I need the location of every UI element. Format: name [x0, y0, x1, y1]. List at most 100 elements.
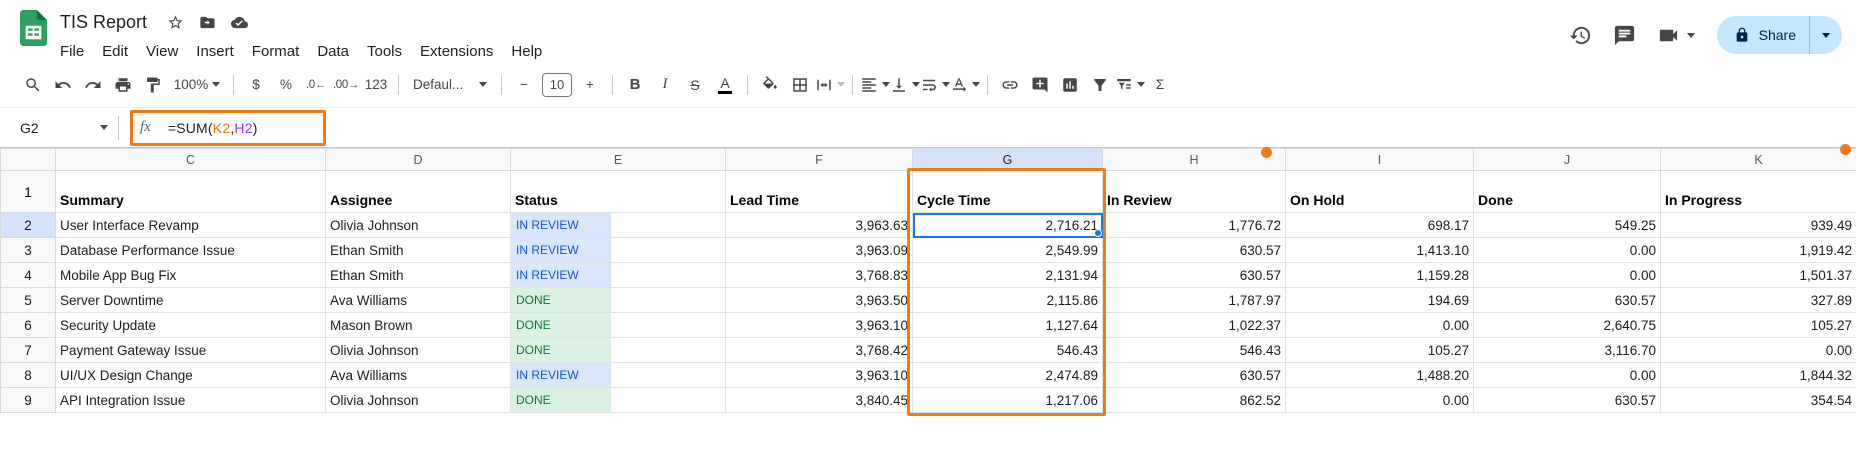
cell-summary[interactable]: Security Update — [56, 313, 326, 338]
cell-summary[interactable]: Payment Gateway Issue — [56, 338, 326, 363]
cell-status[interactable]: DONE — [511, 313, 726, 338]
cell-on-hold[interactable]: 0.00 — [1286, 388, 1474, 413]
row-number[interactable]: 4 — [1, 263, 56, 288]
header-done[interactable]: Done — [1474, 171, 1661, 213]
filter-views-dropdown[interactable] — [1115, 71, 1145, 99]
cell-in-progress[interactable]: 1,501.37 — [1661, 263, 1856, 288]
cell-cycle-time[interactable]: 2,474.89 — [913, 363, 1103, 388]
cell-cycle-time[interactable]: 546.43 — [913, 338, 1103, 363]
header-cycle-time[interactable]: Cycle Time — [913, 171, 1103, 213]
menu-help[interactable]: Help — [502, 40, 551, 63]
text-wrap-dropdown[interactable] — [920, 71, 950, 99]
print-button[interactable] — [108, 71, 138, 99]
cell-lead-time[interactable]: 3,963.63 — [726, 213, 913, 238]
cell-assignee[interactable]: Ethan Smith — [326, 263, 511, 288]
sheets-logo-icon[interactable] — [20, 10, 47, 46]
cell-summary[interactable]: Database Performance Issue — [56, 238, 326, 263]
vertical-align-dropdown[interactable] — [890, 71, 920, 99]
cloud-save-status-icon[interactable] — [225, 8, 253, 36]
font-size-input[interactable]: 10 — [542, 73, 572, 97]
cell-in-progress[interactable]: 1,919.42 — [1661, 238, 1856, 263]
search-menus-button[interactable] — [18, 71, 48, 99]
cell-in-review[interactable]: 1,787.97 — [1103, 288, 1286, 313]
column-header-c[interactable]: C — [56, 149, 326, 171]
header-status[interactable]: Status — [511, 171, 726, 213]
cell-on-hold[interactable]: 1,488.20 — [1286, 363, 1474, 388]
create-filter-button[interactable] — [1085, 71, 1115, 99]
cell-status[interactable]: DONE — [511, 288, 726, 313]
cell-in-review[interactable]: 862.52 — [1103, 388, 1286, 413]
formula-input[interactable]: =SUM(K2,H2) — [168, 120, 258, 136]
share-button[interactable]: Share — [1717, 16, 1809, 54]
cell-cycle-time[interactable]: 1,217.06 — [913, 388, 1103, 413]
menu-tools[interactable]: Tools — [358, 40, 411, 63]
row-number[interactable]: 5 — [1, 288, 56, 313]
select-all-corner[interactable] — [1, 149, 56, 171]
cell-summary[interactable]: UI/UX Design Change — [56, 363, 326, 388]
row-number[interactable]: 7 — [1, 338, 56, 363]
cell-in-progress[interactable]: 327.89 — [1661, 288, 1856, 313]
header-lead-time[interactable]: Lead Time — [726, 171, 913, 213]
cell-in-review[interactable]: 630.57 — [1103, 363, 1286, 388]
cell-in-progress[interactable]: 939.49 — [1661, 213, 1856, 238]
column-header-h[interactable]: H — [1103, 149, 1286, 171]
cell-lead-time[interactable]: 3,963.10 — [726, 313, 913, 338]
strikethrough-button[interactable]: S — [680, 71, 710, 99]
menu-view[interactable]: View — [137, 40, 187, 63]
header-summary[interactable]: Summary — [56, 171, 326, 213]
functions-button[interactable]: Σ — [1145, 71, 1175, 99]
cell-done[interactable]: 630.57 — [1474, 288, 1661, 313]
row-number[interactable]: 2 — [1, 213, 56, 238]
row-number[interactable]: 3 — [1, 238, 56, 263]
column-header-g-selected[interactable]: G — [913, 149, 1103, 171]
format-currency-button[interactable]: $ — [241, 71, 271, 99]
header-in-review[interactable]: In Review — [1103, 171, 1286, 213]
menu-file[interactable]: File — [51, 40, 93, 63]
format-percent-button[interactable]: % — [271, 71, 301, 99]
cell-summary[interactable]: Server Downtime — [56, 288, 326, 313]
merge-cells-button[interactable] — [815, 71, 845, 99]
cell-assignee[interactable]: Olivia Johnson — [326, 388, 511, 413]
cell-done[interactable]: 630.57 — [1474, 388, 1661, 413]
cell-lead-time[interactable]: 3,963.09 — [726, 238, 913, 263]
cell-assignee[interactable]: Mason Brown — [326, 313, 511, 338]
cell-status[interactable]: DONE — [511, 338, 726, 363]
decrease-decimal-button[interactable]: .0← — [301, 71, 331, 99]
insert-link-button[interactable] — [995, 71, 1025, 99]
menu-data[interactable]: Data — [308, 40, 358, 63]
cell-on-hold[interactable]: 698.17 — [1286, 213, 1474, 238]
zoom-dropdown[interactable]: 100% — [168, 71, 226, 99]
borders-button[interactable] — [785, 71, 815, 99]
cell-cycle-time[interactable]: 2,115.86 — [913, 288, 1103, 313]
cell-in-review[interactable]: 546.43 — [1103, 338, 1286, 363]
name-box[interactable]: G2 — [0, 120, 118, 136]
cell-in-review[interactable]: 630.57 — [1103, 263, 1286, 288]
cell-on-hold[interactable]: 1,413.10 — [1286, 238, 1474, 263]
meet-presentation-control[interactable] — [1656, 22, 1695, 48]
cell-cycle-time[interactable]: 2,549.99 — [913, 238, 1103, 263]
cell-lead-time[interactable]: 3,768.83 — [726, 263, 913, 288]
italic-button[interactable]: I — [650, 71, 680, 99]
menu-edit[interactable]: Edit — [93, 40, 137, 63]
cell-lead-time[interactable]: 3,768.42 — [726, 338, 913, 363]
cell-summary[interactable]: Mobile App Bug Fix — [56, 263, 326, 288]
column-header-f[interactable]: F — [726, 149, 913, 171]
header-on-hold[interactable]: On Hold — [1286, 171, 1474, 213]
cell-in-review[interactable]: 1,776.72 — [1103, 213, 1286, 238]
cell-status[interactable]: IN REVIEW — [511, 363, 726, 388]
cell-lead-time[interactable]: 3,840.45 — [726, 388, 913, 413]
cell-cycle-time-active[interactable]: 2,716.21 — [913, 213, 1103, 238]
row-number-1[interactable]: 1 — [1, 171, 56, 213]
decrease-font-size-button[interactable]: − — [509, 71, 539, 99]
row-number[interactable]: 8 — [1, 363, 56, 388]
move-to-folder-icon[interactable] — [193, 8, 221, 36]
cell-in-progress[interactable]: 1,844.32 — [1661, 363, 1856, 388]
cell-lead-time[interactable]: 3,963.10 — [726, 363, 913, 388]
cell-status[interactable]: IN REVIEW — [511, 263, 726, 288]
cell-assignee[interactable]: Olivia Johnson — [326, 213, 511, 238]
column-header-i[interactable]: I — [1286, 149, 1474, 171]
cell-assignee[interactable]: Ava Williams — [326, 288, 511, 313]
cell-status[interactable]: IN REVIEW — [511, 213, 726, 238]
cell-assignee[interactable]: Olivia Johnson — [326, 338, 511, 363]
header-assignee[interactable]: Assignee — [326, 171, 511, 213]
